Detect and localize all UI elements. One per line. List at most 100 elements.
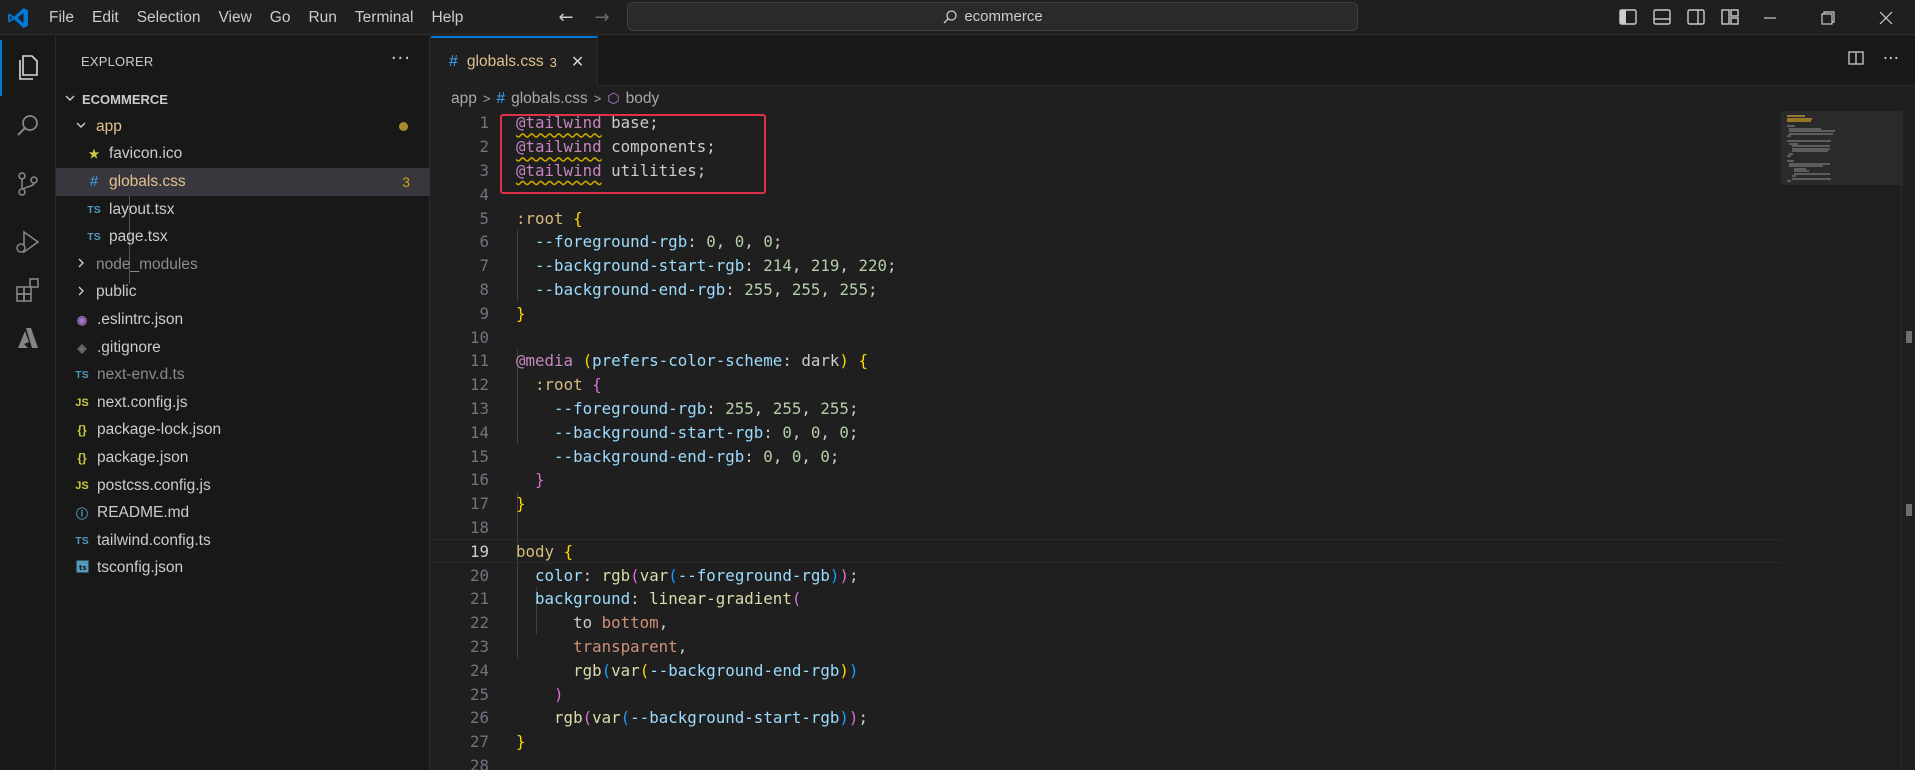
minimap[interactable] xyxy=(1781,111,1915,770)
line-number: 6 xyxy=(479,232,489,252)
restore-icon[interactable] xyxy=(1799,0,1857,35)
code-line[interactable]: 12 :root { xyxy=(431,373,1781,397)
info-icon: ⓘ xyxy=(75,506,88,521)
vertical-scrollbar[interactable] xyxy=(1901,111,1915,770)
code-line[interactable]: 19 body { xyxy=(431,539,1781,564)
code-line[interactable]: 10 xyxy=(431,325,1781,349)
code-line[interactable]: 28 xyxy=(431,754,1781,770)
split-editor-icon[interactable] xyxy=(1847,49,1865,67)
more-editor-actions-icon[interactable]: ··· xyxy=(1883,49,1899,69)
code-line[interactable]: 7 --background-start-rgb: 214, 219, 220; xyxy=(431,254,1781,278)
menu-run[interactable]: Run xyxy=(299,9,345,27)
code-line[interactable]: 4 xyxy=(431,182,1781,206)
code-line[interactable]: 23 transparent, xyxy=(431,635,1781,659)
tree-item-tsconfig-json[interactable]: ts tsconfig.json xyxy=(56,555,430,583)
menu-selection[interactable]: Selection xyxy=(128,9,210,27)
workspace-section-header[interactable]: ECOMMERCE xyxy=(56,86,430,113)
line-number: 15 xyxy=(469,446,489,466)
search-activity[interactable] xyxy=(0,98,56,154)
source-control-activity[interactable] xyxy=(0,156,56,212)
code-text: @tailwind components; xyxy=(516,137,716,157)
tree-item-gitignore[interactable]: ◈ .gitignore xyxy=(56,334,430,362)
code-line[interactable]: 6 --foreground-rgb: 0, 0, 0; xyxy=(431,230,1781,254)
breadcrumb-file[interactable]: globals.css xyxy=(511,90,588,108)
line-number: 1 xyxy=(479,113,489,133)
tree-item-eslintrc-json[interactable]: ◉ .eslintrc.json xyxy=(56,306,430,334)
code-line[interactable]: 25 ) xyxy=(431,682,1781,706)
tree-item-label: layout.tsx xyxy=(109,200,175,218)
back-arrow-icon[interactable]: ← xyxy=(555,6,577,28)
code-line[interactable]: 27} xyxy=(431,730,1781,754)
menu-view[interactable]: View xyxy=(209,9,260,27)
code-line[interactable]: 21 background: linear-gradient( xyxy=(431,587,1781,611)
code-line[interactable]: 5:root { xyxy=(431,206,1781,230)
line-number: 20 xyxy=(469,565,489,585)
menu-edit[interactable]: Edit xyxy=(83,9,128,27)
tree-item-public[interactable]: public xyxy=(56,279,430,307)
code-line[interactable]: 9} xyxy=(431,301,1781,325)
code-text: body { xyxy=(516,541,574,561)
code-line[interactable]: 24 rgb(var(--background-end-rgb)) xyxy=(431,658,1781,682)
tree-item-app[interactable]: app xyxy=(56,113,430,141)
code-line[interactable]: 3 @tailwind utilities; xyxy=(431,159,1781,183)
code-line[interactable]: 11 @media (prefers-color-scheme: dark) { xyxy=(431,349,1781,373)
tree-item-postcss-config-js[interactable]: JS postcss.config.js xyxy=(56,472,430,500)
tree-item-favicon-ico[interactable]: ★ favicon.ico xyxy=(56,141,430,169)
code-text: --background-start-rgb: 214, 219, 220; xyxy=(535,256,897,276)
tree-item-readme-md[interactable]: ⓘ README.md xyxy=(56,499,430,527)
forward-arrow-icon[interactable]: → xyxy=(591,6,613,28)
code-text: ) xyxy=(554,684,564,704)
close-tab-icon[interactable]: ✕ xyxy=(571,52,584,72)
tree-item-next-env-d-ts[interactable]: TS next-env.d.ts xyxy=(56,361,430,389)
breadcrumb-folder[interactable]: app xyxy=(451,90,477,108)
menu-help[interactable]: Help xyxy=(423,9,473,27)
explorer-sidebar: EXPLORER ··· ECOMMERCE app ★ favicon.ico # g… xyxy=(56,36,430,770)
command-center-search[interactable]: ecommerce xyxy=(627,2,1358,31)
menu-go[interactable]: Go xyxy=(261,9,300,27)
code-line[interactable]: 1 @tailwind base; xyxy=(431,111,1781,135)
minimize-icon[interactable] xyxy=(1741,0,1799,35)
more-actions-icon[interactable]: ··· xyxy=(391,48,411,69)
tree-item-page-tsx[interactable]: TS page.tsx xyxy=(56,223,430,251)
customize-layout-icon[interactable] xyxy=(1719,6,1741,28)
code-editor[interactable]: 1 @tailwind base; 2 @tailwind components; 3 @… xyxy=(431,111,1781,770)
code-text: to bottom, xyxy=(573,613,669,633)
tree-item-next-config-js[interactable]: JS next.config.js xyxy=(56,389,430,417)
tree-item-package-lock-json[interactable]: {} package-lock.json xyxy=(56,417,430,445)
toggle-panel-icon[interactable] xyxy=(1651,6,1673,28)
code-line[interactable]: 2 @tailwind components; xyxy=(431,135,1781,159)
tree-item-tailwind-config-ts[interactable]: TS tailwind.config.ts xyxy=(56,527,430,555)
code-line[interactable]: 13 --foreground-rgb: 255, 255, 255; xyxy=(431,397,1781,421)
tree-item-layout-tsx[interactable]: TS layout.tsx xyxy=(56,196,430,224)
toggle-primary-sidebar-icon[interactable] xyxy=(1617,6,1639,28)
chevron-down-icon xyxy=(58,92,82,107)
code-text: @media (prefers-color-scheme: dark) { xyxy=(516,351,868,371)
toggle-secondary-sidebar-icon[interactable] xyxy=(1685,6,1707,28)
menu-file[interactable]: File xyxy=(40,9,83,27)
code-line[interactable]: 8 --background-end-rgb: 255, 255, 255; xyxy=(431,278,1781,302)
window-controls xyxy=(1741,0,1915,35)
menu-terminal[interactable]: Terminal xyxy=(346,9,423,27)
tab-globals-css[interactable]: # globals.css 3 ✕ xyxy=(431,36,598,86)
code-line[interactable]: 17} xyxy=(431,492,1781,516)
breadcrumb-symbol[interactable]: body xyxy=(626,90,660,108)
code-text: --background-end-rgb: 255, 255, 255; xyxy=(535,279,878,299)
tree-item-globals-css[interactable]: # globals.css 3 xyxy=(56,168,430,196)
tree-item-package-json[interactable]: {} package.json xyxy=(56,444,430,472)
close-window-icon[interactable] xyxy=(1857,0,1915,35)
code-line[interactable]: 16 } xyxy=(431,468,1781,492)
tree-item-label: page.tsx xyxy=(109,228,168,246)
code-line[interactable]: 20 color: rgb(var(--foreground-rgb)); xyxy=(431,563,1781,587)
azure-activity[interactable] xyxy=(0,310,56,366)
line-number: 5 xyxy=(479,208,489,228)
code-line[interactable]: 26 rgb(var(--background-start-rgb)); xyxy=(431,706,1781,730)
code-line[interactable]: 14 --background-start-rgb: 0, 0, 0; xyxy=(431,420,1781,444)
explorer-activity[interactable] xyxy=(0,40,56,96)
line-number: 21 xyxy=(469,589,489,609)
title-bar: File Edit Selection View Go Run Terminal Help ←… xyxy=(0,0,1915,35)
extensions-icon xyxy=(16,278,39,302)
code-line[interactable]: 18 xyxy=(431,516,1781,540)
tree-item-node-modules[interactable]: node_modules xyxy=(56,251,430,279)
code-line[interactable]: 22 to bottom, xyxy=(431,611,1781,635)
code-line[interactable]: 15 --background-end-rgb: 0, 0, 0; xyxy=(431,444,1781,468)
